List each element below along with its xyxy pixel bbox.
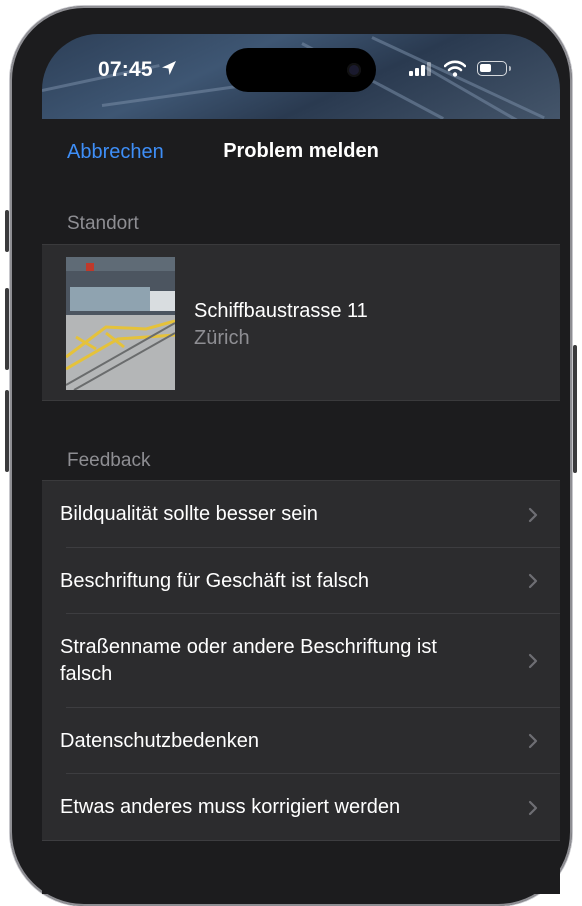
- background-stripe: [101, 84, 241, 107]
- chevron-right-icon: [528, 573, 538, 594]
- report-problem-sheet: Abbrechen Problem melden Standort Schiff…: [42, 119, 560, 894]
- volume-up-button: [5, 288, 9, 370]
- action-button: [5, 210, 9, 252]
- section-header-feedback: Feedback: [67, 450, 151, 471]
- feedback-item-image-quality[interactable]: Bildqualität sollte besser sein: [42, 481, 560, 548]
- chevron-right-icon: [528, 653, 538, 674]
- page-title: Problem melden: [223, 140, 379, 162]
- front-camera: [347, 63, 361, 77]
- battery-level: [480, 64, 491, 72]
- location-street: Schiffbaustrasse 11: [194, 300, 368, 322]
- volume-down-button: [5, 390, 9, 472]
- power-button: [573, 345, 577, 473]
- list-item-label: Beschriftung für Geschäft ist falsch: [60, 569, 370, 592]
- section-header-location: Standort: [67, 213, 139, 234]
- list-item-label: Bildqualität sollte besser sein: [60, 503, 318, 525]
- chevron-right-icon: [528, 733, 538, 754]
- feedback-item-street-name[interactable]: Straßenname oder andere Beschriftung ist…: [42, 614, 560, 708]
- location-city: Zürich: [194, 327, 250, 349]
- phone-frame: 07:45 Abbrechen Problem melden Standort …: [10, 6, 572, 906]
- list-item-label: Straßenname oder andere Beschriftung ist…: [60, 636, 437, 685]
- feedback-item-privacy[interactable]: Datenschutzbedenken: [42, 708, 560, 774]
- chevron-right-icon: [528, 800, 538, 821]
- cellular-signal-icon: [409, 62, 431, 81]
- feedback-item-business-label[interactable]: Beschriftung für Geschäft ist falsch: [42, 548, 560, 614]
- chevron-right-icon: [528, 507, 538, 528]
- wifi-icon: [443, 60, 467, 82]
- feedback-list: Bildqualität sollte besser sein Beschrif…: [42, 480, 560, 841]
- battery-icon: [477, 61, 507, 76]
- list-item-label: Etwas anderes muss korrigiert werden: [60, 796, 401, 818]
- separator: [42, 840, 560, 841]
- location-arrow-icon: [160, 59, 178, 82]
- list-item-label: Datenschutzbedenken: [60, 729, 260, 752]
- location-card[interactable]: Schiffbaustrasse 11 Zürich: [42, 244, 560, 401]
- status-time: 07:45: [98, 58, 153, 81]
- location-thumbnail[interactable]: [66, 257, 175, 390]
- screen: 07:45 Abbrechen Problem melden Standort …: [42, 34, 560, 894]
- feedback-item-other[interactable]: Etwas anderes muss korrigiert werden: [42, 774, 560, 841]
